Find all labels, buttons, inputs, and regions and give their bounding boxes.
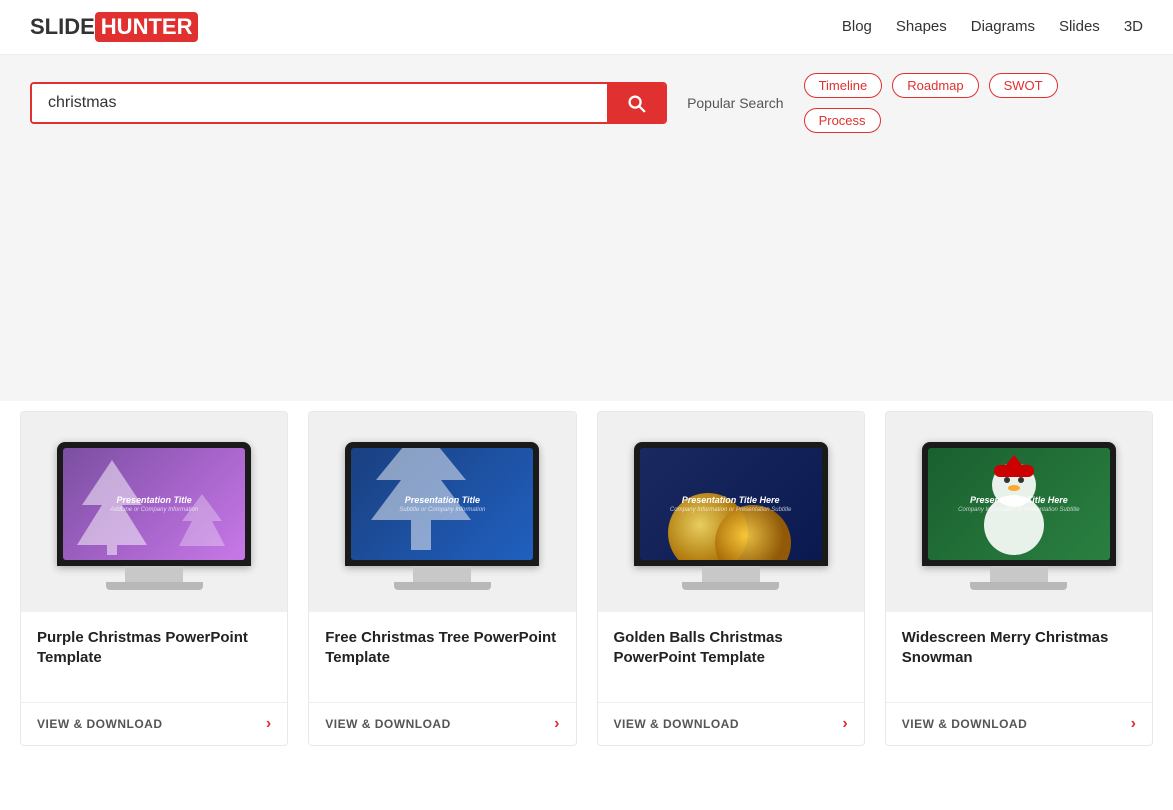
nav-link-3d[interactable]: 3D bbox=[1124, 18, 1143, 35]
chevron-right-icon: › bbox=[554, 715, 559, 733]
monitor-neck bbox=[413, 566, 471, 582]
card-image-widescreen-snowman: Presentation Title Here Company Informat… bbox=[886, 412, 1152, 612]
monitor-screen-free-christmas-tree: Presentation Title Subtitle or Company I… bbox=[351, 448, 533, 561]
monitor-base bbox=[682, 582, 779, 590]
monitor-stand bbox=[57, 566, 251, 590]
popular-tag-timeline[interactable]: Timeline bbox=[804, 73, 883, 98]
search-bar-section: Popular Search Timeline Roadmap SWOT Proces… bbox=[0, 55, 1173, 151]
monitor-base bbox=[106, 582, 203, 590]
search-form bbox=[30, 82, 667, 124]
card-free-christmas-tree[interactable]: Presentation Title Subtitle or Company I… bbox=[308, 411, 576, 746]
logo-hunter-text: HUNTER bbox=[95, 12, 199, 42]
card-image-free-christmas-tree: Presentation Title Subtitle or Company I… bbox=[309, 412, 575, 612]
monitor-screen-widescreen-snowman: Presentation Title Here Company Informat… bbox=[928, 448, 1110, 561]
slide-title-free-christmas-tree: Presentation Title bbox=[405, 495, 480, 505]
monitor-outer: Presentation Title AddLine or Company In… bbox=[57, 442, 251, 567]
card-golden-balls[interactable]: Presentation Title Here Company Informat… bbox=[597, 411, 865, 746]
monitor-neck bbox=[702, 566, 760, 582]
card-body-free-christmas-tree: Free Christmas Tree PowerPoint Template bbox=[309, 612, 575, 702]
search-button[interactable] bbox=[607, 84, 665, 122]
nav-link-diagrams[interactable]: Diagrams bbox=[971, 18, 1035, 35]
monitor-stand bbox=[345, 566, 539, 590]
monitor-stand bbox=[634, 566, 828, 590]
card-footer-purple-christmas[interactable]: VIEW & DOWNLOAD › bbox=[21, 702, 287, 745]
nav-link-shapes[interactable]: Shapes bbox=[896, 18, 947, 35]
download-link-purple-christmas[interactable]: VIEW & DOWNLOAD bbox=[37, 717, 163, 731]
chevron-right-icon: › bbox=[266, 715, 271, 733]
card-purple-christmas[interactable]: Presentation Title AddLine or Company In… bbox=[20, 411, 288, 746]
monitor-screen-purple-christmas: Presentation Title AddLine or Company In… bbox=[63, 448, 245, 561]
slide-subtitle-golden-balls: Company Information or Presentation Subt… bbox=[670, 507, 791, 513]
download-link-golden-balls[interactable]: VIEW & DOWNLOAD bbox=[614, 717, 740, 731]
logo-slide-text: SLIDE bbox=[30, 14, 95, 40]
chevron-right-icon: › bbox=[1131, 715, 1136, 733]
search-input[interactable] bbox=[32, 84, 607, 122]
slide-subtitle-widescreen-snowman: Company Information or Presentation Subt… bbox=[958, 507, 1079, 513]
card-title-free-christmas-tree: Free Christmas Tree PowerPoint Template bbox=[325, 628, 559, 669]
monitor-neck bbox=[125, 566, 183, 582]
card-image-golden-balls: Presentation Title Here Company Informat… bbox=[598, 412, 864, 612]
slide-title-widescreen-snowman: Presentation Title Here bbox=[970, 495, 1068, 505]
monitor-stand bbox=[922, 566, 1116, 590]
chevron-right-icon: › bbox=[842, 715, 847, 733]
popular-search-label: Popular Search bbox=[687, 95, 784, 111]
card-body-widescreen-snowman: Widescreen Merry Christmas Snowman bbox=[886, 612, 1152, 702]
nav-link-slides[interactable]: Slides bbox=[1059, 18, 1100, 35]
monitor-base bbox=[970, 582, 1067, 590]
monitor-screen-golden-balls: Presentation Title Here Company Informat… bbox=[640, 448, 822, 561]
download-link-widescreen-snowman[interactable]: VIEW & DOWNLOAD bbox=[902, 717, 1028, 731]
slide-title-purple-christmas: Presentation Title bbox=[116, 495, 191, 505]
card-footer-golden-balls[interactable]: VIEW & DOWNLOAD › bbox=[598, 702, 864, 745]
ad-banner bbox=[0, 151, 1173, 401]
main-nav: Blog Shapes Diagrams Slides 3D bbox=[842, 18, 1143, 36]
download-link-free-christmas-tree[interactable]: VIEW & DOWNLOAD bbox=[325, 717, 451, 731]
site-logo[interactable]: SLIDE HUNTER bbox=[30, 12, 198, 42]
cards-grid: Presentation Title AddLine or Company In… bbox=[0, 401, 1173, 756]
card-title-golden-balls: Golden Balls Christmas PowerPoint Templa… bbox=[614, 628, 848, 669]
popular-tag-process[interactable]: Process bbox=[804, 108, 881, 133]
monitor-outer: Presentation Title Subtitle or Company I… bbox=[345, 442, 539, 567]
monitor-neck bbox=[990, 566, 1048, 582]
slide-subtitle-free-christmas-tree: Subtitle or Company Information bbox=[399, 507, 485, 513]
card-title-widescreen-snowman: Widescreen Merry Christmas Snowman bbox=[902, 628, 1136, 669]
popular-tags: Timeline Roadmap SWOT Process bbox=[804, 73, 1143, 133]
slide-subtitle-purple-christmas: AddLine or Company Information bbox=[110, 507, 198, 513]
slide-title-golden-balls: Presentation Title Here bbox=[682, 495, 780, 505]
card-widescreen-snowman[interactable]: Presentation Title Here Company Informat… bbox=[885, 411, 1153, 746]
card-image-purple-christmas: Presentation Title AddLine or Company In… bbox=[21, 412, 287, 612]
nav-link-blog[interactable]: Blog bbox=[842, 18, 872, 35]
card-body-purple-christmas: Purple Christmas PowerPoint Template bbox=[21, 612, 287, 702]
card-footer-widescreen-snowman[interactable]: VIEW & DOWNLOAD › bbox=[886, 702, 1152, 745]
card-body-golden-balls: Golden Balls Christmas PowerPoint Templa… bbox=[598, 612, 864, 702]
monitor-outer: Presentation Title Here Company Informat… bbox=[922, 442, 1116, 567]
site-header: SLIDE HUNTER Blog Shapes Diagrams Slides 3D bbox=[0, 0, 1173, 55]
popular-tag-swot[interactable]: SWOT bbox=[989, 73, 1058, 98]
popular-tag-roadmap[interactable]: Roadmap bbox=[892, 73, 978, 98]
card-title-purple-christmas: Purple Christmas PowerPoint Template bbox=[37, 628, 271, 669]
monitor-outer: Presentation Title Here Company Informat… bbox=[634, 442, 828, 567]
monitor-base bbox=[394, 582, 491, 590]
search-icon bbox=[625, 92, 647, 114]
card-footer-free-christmas-tree[interactable]: VIEW & DOWNLOAD › bbox=[309, 702, 575, 745]
